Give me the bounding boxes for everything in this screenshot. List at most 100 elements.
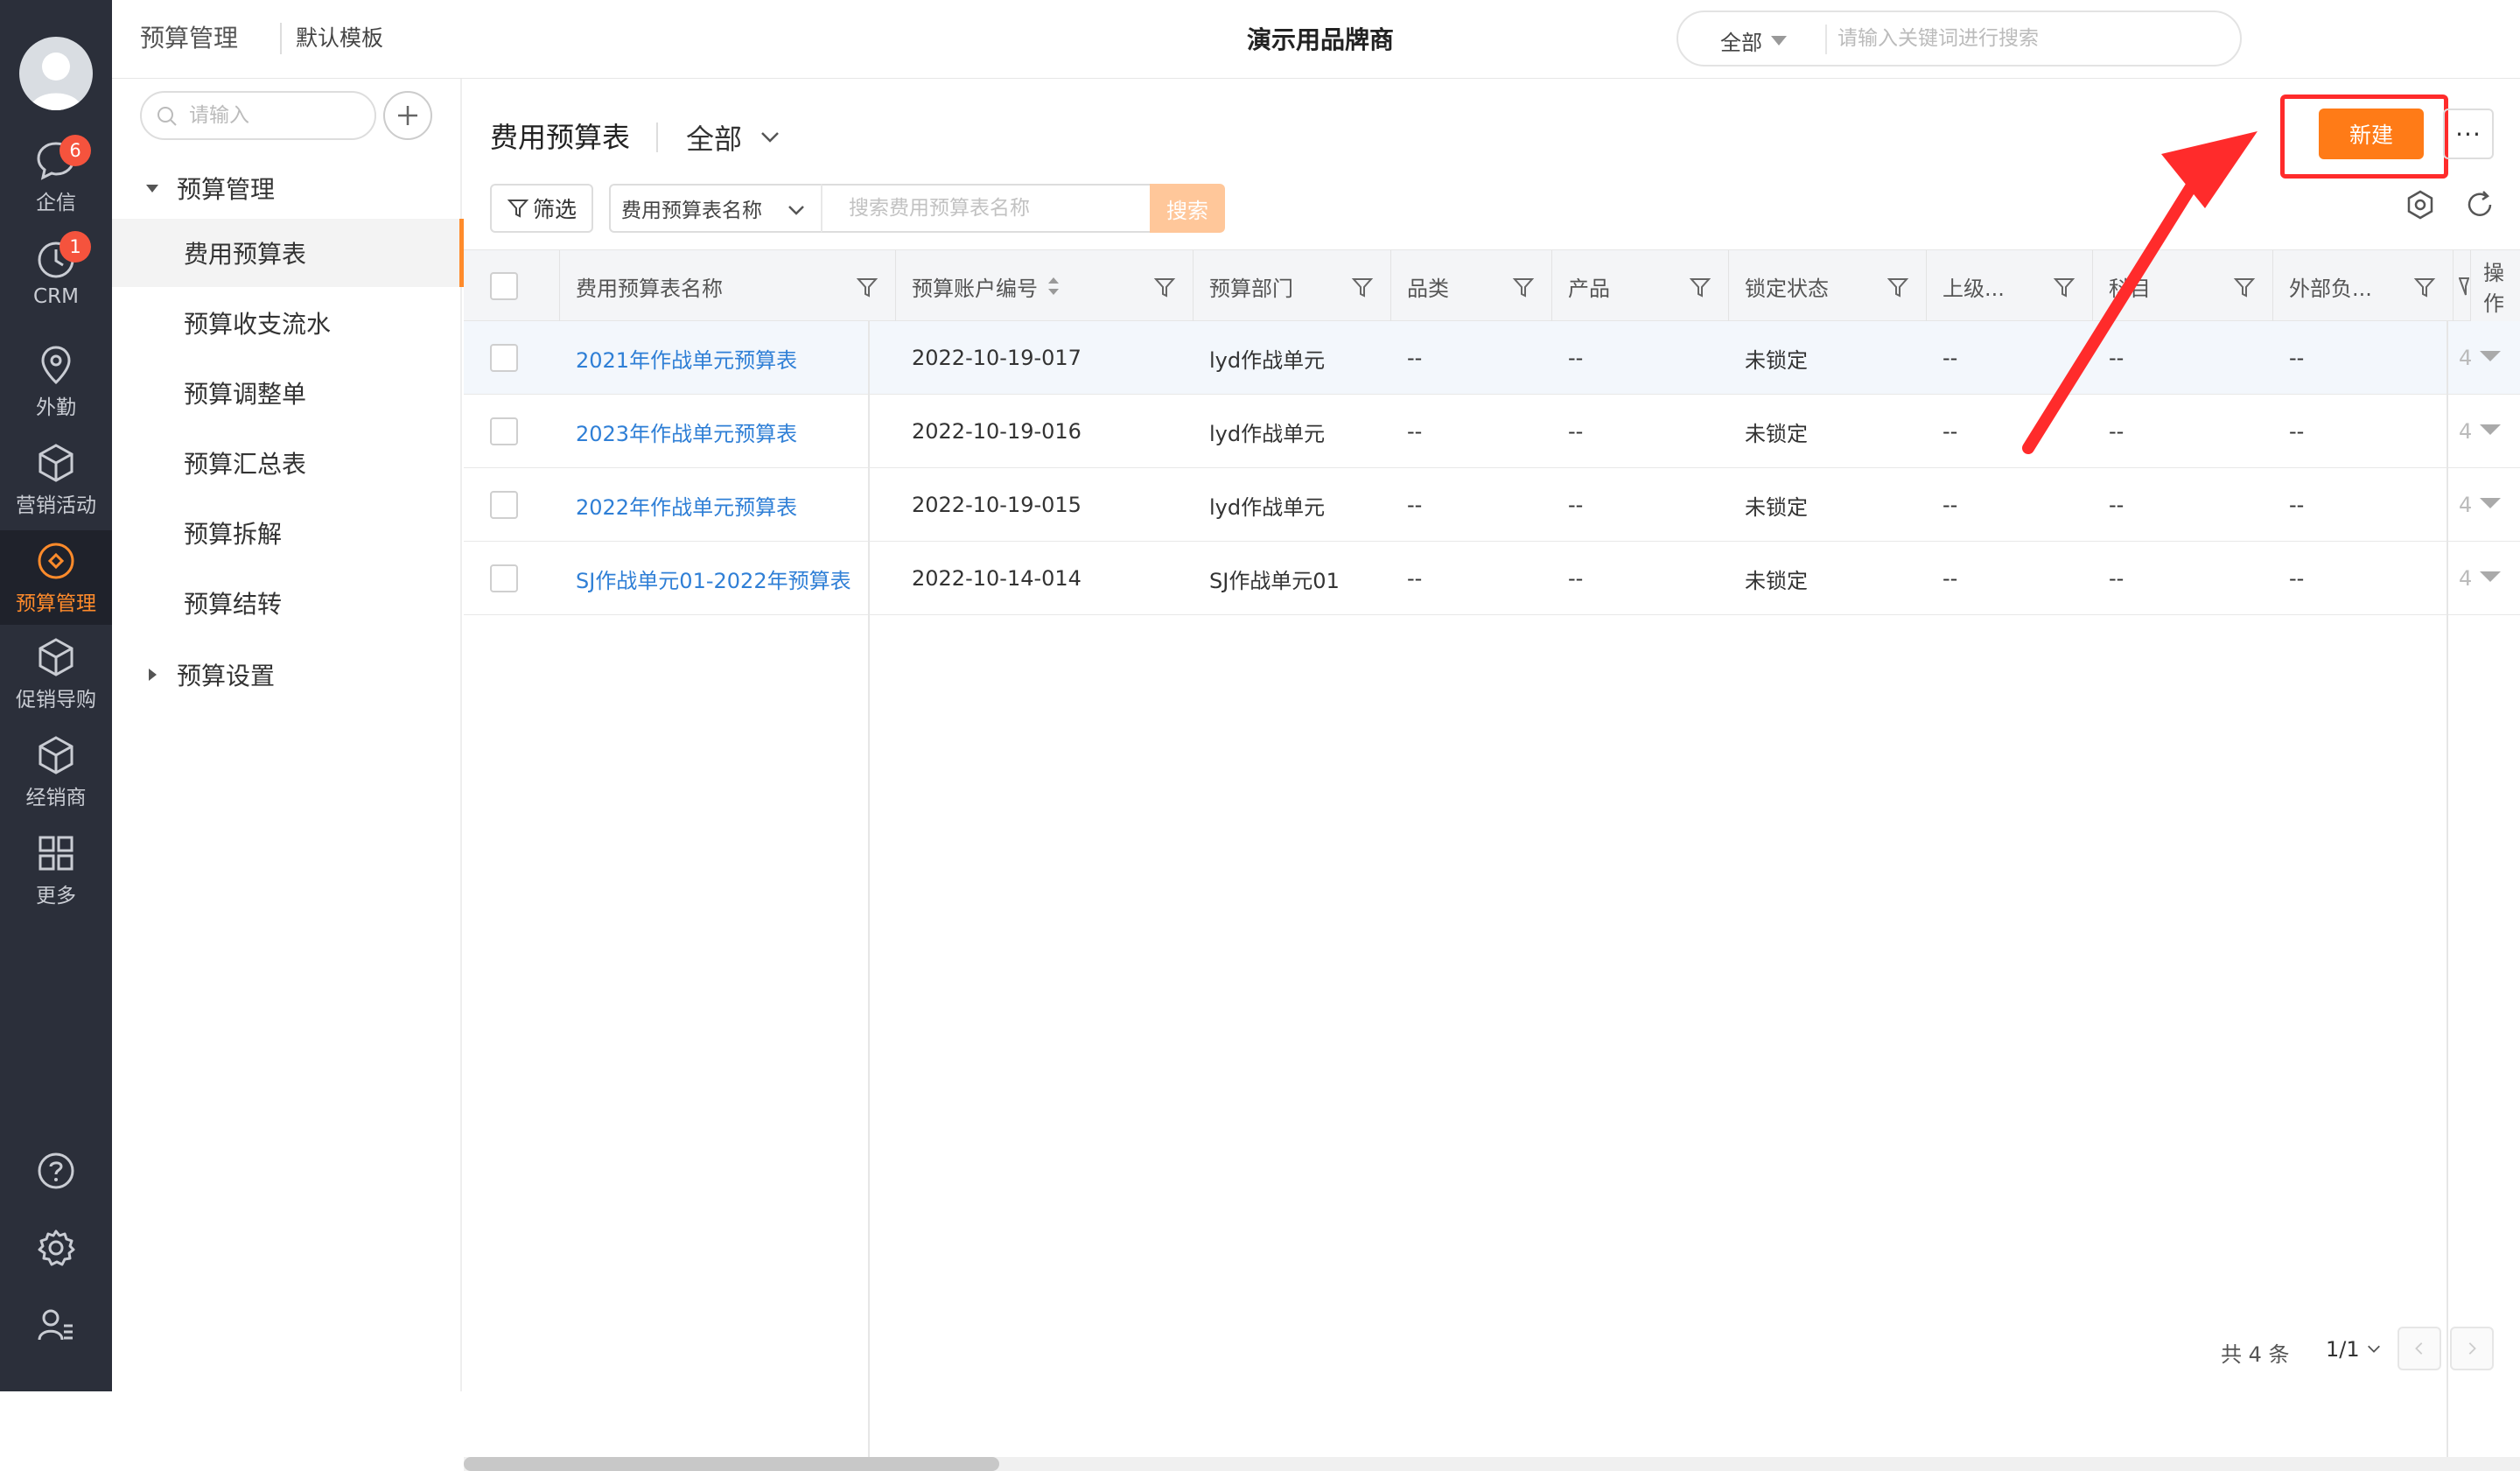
- nav-item-qixin[interactable]: 企信 6: [0, 130, 112, 224]
- column-settings-icon[interactable]: [2403, 187, 2438, 222]
- nav-item-marketing[interactable]: 营销活动: [0, 432, 112, 527]
- list-search-input[interactable]: [822, 186, 1152, 231]
- user-avatar[interactable]: [19, 37, 93, 110]
- search-button[interactable]: 搜索: [1150, 184, 1225, 233]
- scrollbar-thumb[interactable]: [464, 1457, 999, 1471]
- nav-item-field-work[interactable]: 外勤: [0, 334, 112, 429]
- column-filter-icon[interactable]: [1688, 275, 1712, 299]
- column-header-label: 外部负...: [2289, 276, 2372, 301]
- add-button[interactable]: [383, 91, 432, 140]
- lock-status-cell: 未锁定: [1745, 421, 1808, 446]
- nav-item-promotion[interactable]: 促销导购: [0, 627, 112, 721]
- settings-button[interactable]: [0, 1213, 112, 1283]
- budget-name-link[interactable]: SJ作战单元01-2022年预算表: [560, 542, 896, 615]
- filter-button[interactable]: 筛选: [490, 184, 593, 233]
- sort-icon[interactable]: [1045, 274, 1062, 298]
- table-row[interactable]: 2021年作战单元预算表 2022-10-19-017 lyd作战单元 -- -…: [464, 321, 2520, 395]
- row-checkbox[interactable]: [490, 417, 518, 445]
- search-field-select[interactable]: 费用预算表名称: [609, 184, 821, 233]
- row-actions-dropdown[interactable]: [2480, 351, 2501, 361]
- budget-name-link[interactable]: 2021年作战单元预算表: [560, 321, 896, 395]
- row-actions-dropdown[interactable]: [2480, 571, 2501, 582]
- column-header-external-owner[interactable]: 外部负...: [2273, 250, 2454, 322]
- table-row[interactable]: 2022年作战单元预算表 2022-10-19-015 lyd作战单元 -- -…: [464, 468, 2520, 542]
- sidebar-item-budget-carryover[interactable]: 预算结转: [112, 569, 462, 637]
- column-header-subject[interactable]: 科目: [2093, 250, 2273, 322]
- sidebar-item-budget-split[interactable]: 预算拆解: [112, 499, 462, 567]
- sidebar-group-budget-settings[interactable]: 预算设置: [112, 644, 462, 705]
- budget-name-link[interactable]: 2022年作战单元预算表: [560, 468, 896, 542]
- column-header-label: 预算账户编号: [912, 276, 1038, 301]
- column-filter-icon[interactable]: [2412, 275, 2437, 299]
- column-filter-icon[interactable]: [1350, 275, 1375, 299]
- chevron-down-icon[interactable]: [758, 124, 782, 149]
- row-checkbox-cell: [490, 321, 518, 395]
- column-filter-icon[interactable]: [2232, 275, 2257, 299]
- row-checkbox[interactable]: [490, 491, 518, 519]
- row-checkbox-cell: [490, 468, 518, 542]
- category-cell: --: [1407, 346, 1423, 370]
- horizontal-scrollbar[interactable]: [464, 1457, 2520, 1471]
- parent-cell: --: [1942, 493, 1958, 517]
- pager-page-select[interactable]: 1/1: [2326, 1337, 2382, 1362]
- caret-down-icon[interactable]: [1771, 36, 1787, 46]
- nav-item-crm[interactable]: CRM 1: [0, 226, 112, 320]
- help-button[interactable]: [0, 1136, 112, 1206]
- global-search-input[interactable]: [1836, 19, 2221, 58]
- filter-funnel-icon: [507, 200, 529, 218]
- sidebar-item-label: 预算调整单: [184, 380, 307, 409]
- column-header-lock-status[interactable]: 锁定状态: [1729, 250, 1927, 322]
- next-page-button[interactable]: [2450, 1327, 2494, 1370]
- sidebar-item-expense-budget[interactable]: 费用预算表: [112, 219, 464, 287]
- account-code-cell: 2022-10-19-015: [912, 493, 1082, 517]
- column-filter-icon[interactable]: [1886, 275, 1910, 299]
- nav-item-more[interactable]: 更多: [0, 823, 112, 917]
- sidebar-group-budget-management[interactable]: 预算管理: [112, 158, 462, 219]
- column-header-partial: [2454, 250, 2471, 322]
- unread-badge: 1: [60, 231, 91, 263]
- prev-page-button[interactable]: [2398, 1327, 2441, 1370]
- page-title: 费用预算表: [490, 121, 631, 154]
- nav-item-dealer[interactable]: 经销商: [0, 725, 112, 819]
- product-cell: --: [1568, 419, 1584, 444]
- sidebar-item-budget-adjust[interactable]: 预算调整单: [112, 359, 462, 427]
- sidebar-item-label: 预算结转: [184, 590, 283, 619]
- column-header-category[interactable]: 品类: [1391, 250, 1552, 322]
- column-header-name[interactable]: 费用预算表名称: [560, 250, 896, 322]
- nav-item-budget[interactable]: 预算管理: [0, 530, 112, 625]
- column-header-department[interactable]: 预算部门: [1194, 250, 1391, 322]
- row-actions-dropdown[interactable]: [2480, 424, 2501, 435]
- select-all-checkbox[interactable]: [490, 272, 518, 300]
- column-filter-icon[interactable]: [1511, 275, 1536, 299]
- more-options-button[interactable]: ···: [2443, 109, 2494, 159]
- table-row[interactable]: SJ作战单元01-2022年预算表 2022-10-14-014 SJ作战单元0…: [464, 542, 2520, 615]
- column-header-label: 预算部门: [1209, 276, 1293, 301]
- user-profile-button[interactable]: [0, 1290, 112, 1360]
- breadcrumb-module[interactable]: 预算管理: [140, 19, 238, 54]
- row-checkbox[interactable]: [490, 564, 518, 592]
- column-filter-icon[interactable]: [1152, 275, 1177, 299]
- column-header-account-code[interactable]: 预算账户编号: [896, 250, 1194, 322]
- sidebar-item-budget-flow[interactable]: 预算收支流水: [112, 289, 462, 357]
- plus-icon: [398, 106, 417, 125]
- sidebar-search-input[interactable]: [187, 100, 362, 131]
- breadcrumb-template[interactable]: 默认模板: [296, 21, 383, 53]
- column-header-parent[interactable]: 上级...: [1927, 250, 2093, 322]
- sidebar-item-budget-summary[interactable]: 预算汇总表: [112, 429, 462, 497]
- column-filter-icon[interactable]: [2052, 275, 2076, 299]
- row-checkbox-cell: [490, 542, 518, 615]
- account-code-cell: 2022-10-19-017: [912, 346, 1082, 370]
- search-scope-select[interactable]: 全部: [1720, 25, 1762, 56]
- column-filter-icon[interactable]: [855, 275, 879, 299]
- partial-cell: 4: [2459, 419, 2471, 444]
- column-header-product[interactable]: 产品: [1552, 250, 1729, 322]
- new-button[interactable]: 新建: [2319, 109, 2424, 159]
- refresh-icon[interactable]: [2462, 187, 2497, 222]
- table-row[interactable]: 2023年作战单元预算表 2022-10-19-016 lyd作战单元 -- -…: [464, 395, 2520, 468]
- department-cell: SJ作战单元01: [1209, 568, 1340, 593]
- row-actions-dropdown[interactable]: [2480, 498, 2501, 508]
- row-checkbox[interactable]: [490, 344, 518, 372]
- view-scope-select[interactable]: 全部: [686, 117, 742, 158]
- budget-name-link[interactable]: 2023年作战单元预算表: [560, 395, 896, 468]
- list-search: [821, 184, 1153, 233]
